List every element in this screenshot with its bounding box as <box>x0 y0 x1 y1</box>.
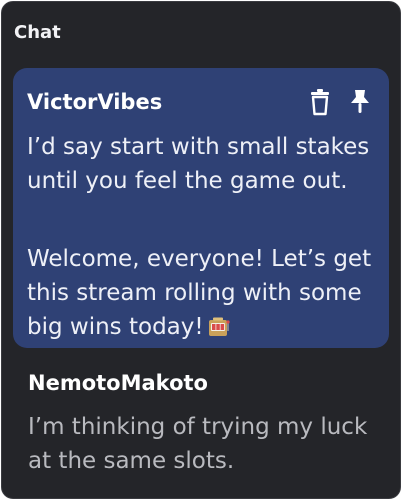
pin-icon[interactable] <box>347 88 373 116</box>
slot-machine-icon <box>208 313 230 336</box>
message-text: Welcome, everyone! Let’s get this stream… <box>27 242 377 344</box>
message-author[interactable]: NemotoMakoto <box>28 371 208 395</box>
chat-title: Chat <box>14 22 61 43</box>
chat-panel: Chat VictorVibes I’d say start with smal… <box>1 1 401 499</box>
chat-message-highlighted[interactable]: VictorVibes I’d say start with small sta… <box>13 68 389 348</box>
trash-icon[interactable] <box>307 88 333 116</box>
message-text: I’m thinking of trying my luck at the sa… <box>28 414 368 474</box>
message-text-content: Welcome, everyone! Let’s get this stream… <box>27 246 372 340</box>
message-author[interactable]: VictorVibes <box>27 90 162 114</box>
message-text: I’d say start with small stakes until yo… <box>27 134 370 194</box>
